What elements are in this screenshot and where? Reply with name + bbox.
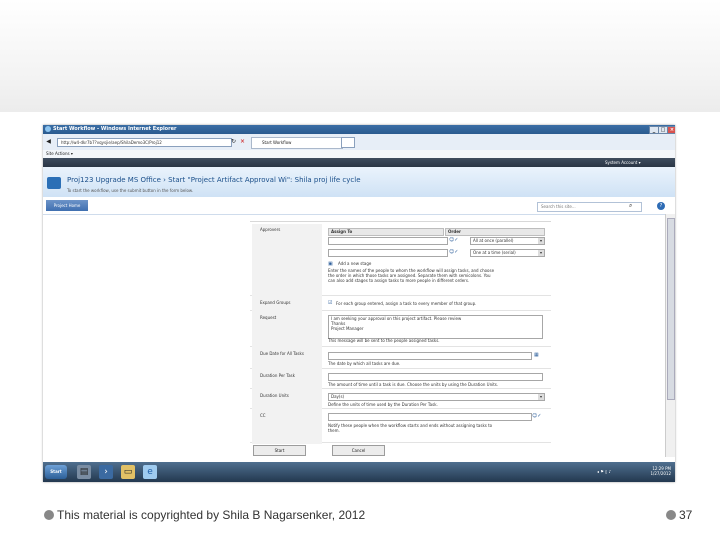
scrollbar-thumb[interactable] <box>667 218 675 400</box>
favorites-bar: Site Actions ▾ <box>43 150 675 158</box>
people-picker-cc-icon[interactable]: ☺✓ <box>532 413 541 419</box>
slide-number: 37 <box>679 508 693 522</box>
cc-hint-1: Notify these people when the workflow st… <box>328 423 493 428</box>
duration-units-hint: Define the units of time used by the Dur… <box>328 402 438 407</box>
cancel-button[interactable]: Cancel <box>332 445 385 456</box>
cc-hint-2: them. <box>328 428 340 433</box>
top-nav: Project Home Search this site... ⌕ ? <box>43 197 675 215</box>
start-button[interactable]: Start <box>253 445 306 456</box>
expand-groups-text: For each group entered, assign a task to… <box>336 301 477 306</box>
people-picker-icon[interactable]: ☺✓ <box>449 237 458 243</box>
page-scrollbar[interactable] <box>665 214 675 457</box>
page-subtitle: To start the workflow, use the submit bu… <box>67 188 194 193</box>
approvers-help-3: can also add stages to assign tasks to m… <box>328 278 470 283</box>
site-actions-menu[interactable]: Site Actions ▾ <box>46 150 73 158</box>
expand-groups-row: Expand Groups ☑ For each group entered, … <box>250 295 551 312</box>
assign-to-header: Assign To <box>328 228 444 236</box>
search-icon[interactable]: ⌕ <box>629 202 638 210</box>
due-date-input[interactable] <box>328 352 532 360</box>
site-search-input[interactable]: Search this site... <box>537 202 642 212</box>
approvers-row: Approvers Assign To Order ☺✓ All at once… <box>250 222 551 297</box>
tab-start-workflow[interactable]: Start Workflow <box>251 137 343 149</box>
add-stage-icon[interactable]: ▣ <box>328 261 333 267</box>
window-title: Start Workflow - Windows Internet Explor… <box>53 126 177 132</box>
start-menu-button[interactable]: Start <box>45 465 67 479</box>
refresh-icon[interactable]: ↻ <box>230 138 237 145</box>
sharepoint-header: Proj123 Upgrade MS Office › Start "Proje… <box>43 167 675 197</box>
order-select-1[interactable]: All at once (parallel) ▾ <box>470 237 545 245</box>
workflow-form: Approvers Assign To Order ☺✓ All at once… <box>250 221 551 459</box>
explorer-folder-icon[interactable]: ▭ <box>121 465 135 479</box>
assign-to-input-2[interactable] <box>328 249 448 257</box>
tray-icons[interactable]: ◂ ⚑ ▯ ♪ <box>597 469 611 474</box>
window-titlebar: Start Workflow - Windows Internet Explor… <box>43 125 675 134</box>
taskbar-clock[interactable]: 12:29 PM 1/27/2012 <box>637 466 671 476</box>
duration-units-label: Duration Units <box>252 390 322 410</box>
request-label: Request <box>252 312 322 348</box>
server-manager-icon[interactable]: ▤ <box>77 465 91 479</box>
page-title: Proj123 Upgrade MS Office › Start "Proje… <box>67 176 361 184</box>
system-tray: ◂ ⚑ ▯ ♪ 12:29 PM 1/27/2012 <box>595 465 673 479</box>
clock-date: 1/27/2012 <box>650 471 671 476</box>
internet-explorer-icon[interactable]: e <box>143 465 157 479</box>
search-box[interactable] <box>341 137 355 148</box>
slide-header-band <box>0 0 720 112</box>
copyright-text: This material is copyrighted by Shila B … <box>57 508 366 522</box>
sharepoint-topbar: System Account ▾ <box>43 158 675 167</box>
duration-units-row: Duration Units Day(s) ▾ Define the units … <box>250 388 551 410</box>
calendar-icon[interactable]: ▦ <box>534 352 539 358</box>
windows-taskbar: Start ▤ › ▭ e ◂ ⚑ ▯ ♪ 12:29 PM 1/27/2012 <box>43 462 675 482</box>
close-button[interactable]: × <box>667 126 675 134</box>
powershell-icon[interactable]: › <box>99 465 113 479</box>
duration-row: Duration Per Task The amount of time unt… <box>250 368 551 390</box>
back-icon[interactable]: ◀ <box>45 138 52 145</box>
address-input[interactable]: http://w4-dkr7b7?vqysjie/aep/ShilaDemo3C… <box>57 138 232 147</box>
address-bar-area: ◀ http://w4-dkr7b7?vqysjie/aep/ShilaDemo… <box>43 134 675 151</box>
footer-bullet-left <box>44 510 54 520</box>
address-book-icon[interactable]: ☺✓ <box>449 249 458 255</box>
duration-label: Duration Per Task <box>252 370 322 390</box>
tab-project-home[interactable]: Project Home <box>46 200 88 211</box>
due-date-hint: The date by which all tasks are due. <box>328 361 401 366</box>
request-textarea[interactable]: I am seeking your approval on this proje… <box>328 315 543 339</box>
duration-input[interactable] <box>328 373 543 381</box>
approvers-label: Approvers <box>252 224 322 297</box>
request-hint: This message will be sent to the people … <box>328 338 440 343</box>
assign-to-input-1[interactable] <box>328 237 448 245</box>
duration-hint: The amount of time until a task is due. … <box>328 382 499 387</box>
order-select-2[interactable]: One at a time (serial) ▾ <box>470 249 545 257</box>
duration-units-select[interactable]: Day(s) ▾ <box>328 393 545 401</box>
ie-logo-icon <box>45 126 51 132</box>
help-icon[interactable]: ? <box>657 202 665 210</box>
cc-input[interactable] <box>328 413 532 421</box>
due-date-label: Due Date for All Tasks <box>252 348 322 370</box>
browser-screenshot: Start Workflow - Windows Internet Explor… <box>43 125 675 482</box>
request-line-3: Project Manager <box>331 326 364 331</box>
footer-bullet-right <box>666 510 676 520</box>
cc-label: CC <box>252 410 322 444</box>
order-header: Order <box>445 228 545 236</box>
cc-row: CC ☺✓ Notify these people when the workf… <box>250 408 551 444</box>
site-logo-icon <box>47 177 61 189</box>
expand-groups-checkbox[interactable]: ☑ <box>328 300 332 306</box>
add-stage-link[interactable]: Add a new stage <box>338 261 371 266</box>
request-row: Request I am seeking your approval on th… <box>250 310 551 348</box>
stop-icon[interactable]: × <box>239 138 246 145</box>
system-account-menu[interactable]: System Account ▾ <box>605 158 641 167</box>
due-date-row: Due Date for All Tasks ▦ The date by whi… <box>250 346 551 370</box>
